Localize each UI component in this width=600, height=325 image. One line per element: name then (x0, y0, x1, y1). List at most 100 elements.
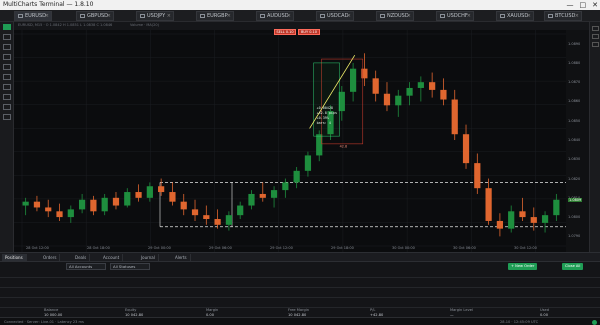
candle-body (214, 219, 221, 225)
candle-body (474, 163, 481, 189)
close-icon[interactable]: × (45, 12, 49, 20)
tab-chart-6[interactable]: NZDUSD × (376, 11, 414, 21)
candle-body (191, 209, 199, 216)
candle-body (383, 93, 391, 106)
trendline-tool-icon[interactable] (3, 44, 11, 50)
drawing-toolbar (0, 22, 14, 252)
chart-icon (140, 14, 145, 18)
time-tick-label: 30 Oct 12:00 (514, 246, 537, 250)
candle-body (225, 215, 233, 225)
window-controls: — □ ✕ (567, 0, 599, 10)
close-all-button[interactable]: Close All (562, 263, 584, 270)
candle-body (112, 197, 120, 206)
price-chart[interactable]: +0.00428 +42.8 pips +0.39% bars: 4 42.8 (14, 30, 589, 252)
candle-body (248, 193, 255, 206)
close-icon[interactable]: × (467, 12, 471, 20)
candle-body (553, 199, 560, 216)
account-filter-select[interactable]: All Accounts (66, 263, 106, 270)
tab-account[interactable]: Account (100, 254, 124, 261)
title-bar: MultiCharts Terminal — 1.8.10 — □ ✕ (0, 0, 600, 10)
clock-status: 28.10 · 12:45:09 UTC (500, 320, 539, 324)
close-icon[interactable]: × (287, 12, 291, 20)
tab-journal[interactable]: Journal (138, 254, 159, 261)
measure-label: +42.8 pips (317, 111, 337, 115)
tab-deals[interactable]: Deals (72, 254, 91, 261)
candle-body (406, 87, 413, 96)
settings-icon[interactable] (592, 26, 599, 31)
measure-tool-icon[interactable] (3, 94, 11, 100)
tab-chart-8[interactable]: XAUUSD × (496, 11, 534, 21)
close-icon[interactable]: × (167, 12, 171, 20)
candle-body (78, 199, 86, 210)
tab-positions[interactable]: Positions (2, 254, 27, 261)
tab-chart-4[interactable]: AUDUSD × (256, 11, 294, 21)
candle-body (508, 211, 515, 229)
close-icon[interactable]: × (407, 12, 411, 20)
tab-label: EURGBP (207, 13, 228, 19)
chart-icon (440, 14, 445, 18)
status-filter-select[interactable]: All Statuses (110, 263, 150, 270)
candle-body (361, 68, 368, 79)
tab-label: XAUUSD (507, 13, 529, 19)
close-icon[interactable]: × (347, 12, 351, 20)
chart-icon (548, 14, 553, 18)
alert-icon[interactable] (592, 42, 599, 47)
candlestick-chart[interactable]: +0.00428+42.8 pips+0.39%bars: 4 42.8 (14, 30, 566, 252)
tab-label: USDJPY (147, 13, 166, 19)
close-icon[interactable]: × (227, 12, 231, 20)
fibonacci-tool-icon[interactable] (3, 74, 11, 80)
account-summary-table: Balance Equity Margin Free Margin P/L Ma… (0, 271, 600, 317)
candle-body (372, 78, 379, 94)
text-tool-icon[interactable] (3, 84, 11, 90)
order-badges: SELL 0.10 BUY 0.10 (274, 29, 320, 35)
close-button[interactable]: ✕ (592, 0, 598, 10)
close-icon[interactable]: × (107, 12, 111, 20)
tab-chart-7[interactable]: USDCHF × (436, 11, 474, 21)
measure-footnote: 42.8 (340, 145, 348, 149)
tab-chart-0[interactable]: EURUSD × (14, 11, 52, 21)
buy-order-badge[interactable]: BUY 0.10 (298, 29, 320, 35)
close-icon[interactable]: × (527, 12, 531, 20)
horizontal-line-tool-icon[interactable] (3, 54, 11, 60)
right-toolbar (589, 22, 600, 252)
candle-body (462, 134, 470, 164)
candle-body (485, 188, 492, 221)
trash-icon[interactable] (3, 114, 11, 120)
rectangle-tool-icon[interactable] (3, 64, 11, 70)
column-header: Free Margin (288, 308, 310, 312)
tab-chart-9[interactable]: BTCUSD × (544, 11, 582, 21)
candle-body (417, 82, 424, 88)
crosshair-tool-icon[interactable] (3, 34, 11, 40)
price-tick-label: 1.0820 (568, 176, 581, 181)
row-divider (0, 287, 600, 288)
tab-chart-5[interactable]: USDCAD × (316, 11, 354, 21)
price-axis[interactable]: 1.0890 1.0880 1.0870 1.0860 1.0850 1.0840 1.08… (566, 30, 589, 252)
time-tick-label: 30 Oct 00:00 (392, 246, 415, 250)
tab-chart-2[interactable]: USDJPY × (136, 11, 174, 21)
measure-label: bars: 4 (317, 121, 331, 125)
new-order-button[interactable]: + New Order (508, 263, 538, 270)
connection-status: Connected · Server: Live-01 · Latency 23… (4, 320, 84, 324)
time-tick-label: 28 Oct 18:00 (87, 246, 110, 250)
price-tick-label: 1.0880 (568, 60, 581, 65)
chart-icon (380, 14, 385, 18)
candle-body (45, 207, 52, 212)
candle-body (56, 211, 63, 218)
candle-body (101, 197, 108, 212)
tab-chart-3[interactable]: EURGBP × (196, 11, 234, 21)
tab-chart-1[interactable]: GBPUSD × (76, 11, 114, 21)
layers-icon[interactable] (592, 34, 599, 39)
zoom-tool-icon[interactable] (3, 104, 11, 110)
candle-body (541, 215, 549, 223)
tab-alerts[interactable]: Alerts (172, 254, 191, 261)
sell-order-badge[interactable]: SELL 0.10 (274, 29, 296, 35)
minimize-button[interactable]: — (567, 0, 574, 10)
close-icon[interactable]: × (575, 12, 579, 20)
tab-orders[interactable]: Orders (40, 254, 61, 261)
candle-body (259, 193, 266, 198)
cursor-tool-icon[interactable] (3, 24, 11, 30)
tab-label: BTCUSD (555, 13, 576, 19)
candle-body (519, 211, 526, 218)
maximize-button[interactable]: □ (580, 0, 587, 10)
column-header: Margin Level (450, 308, 473, 312)
